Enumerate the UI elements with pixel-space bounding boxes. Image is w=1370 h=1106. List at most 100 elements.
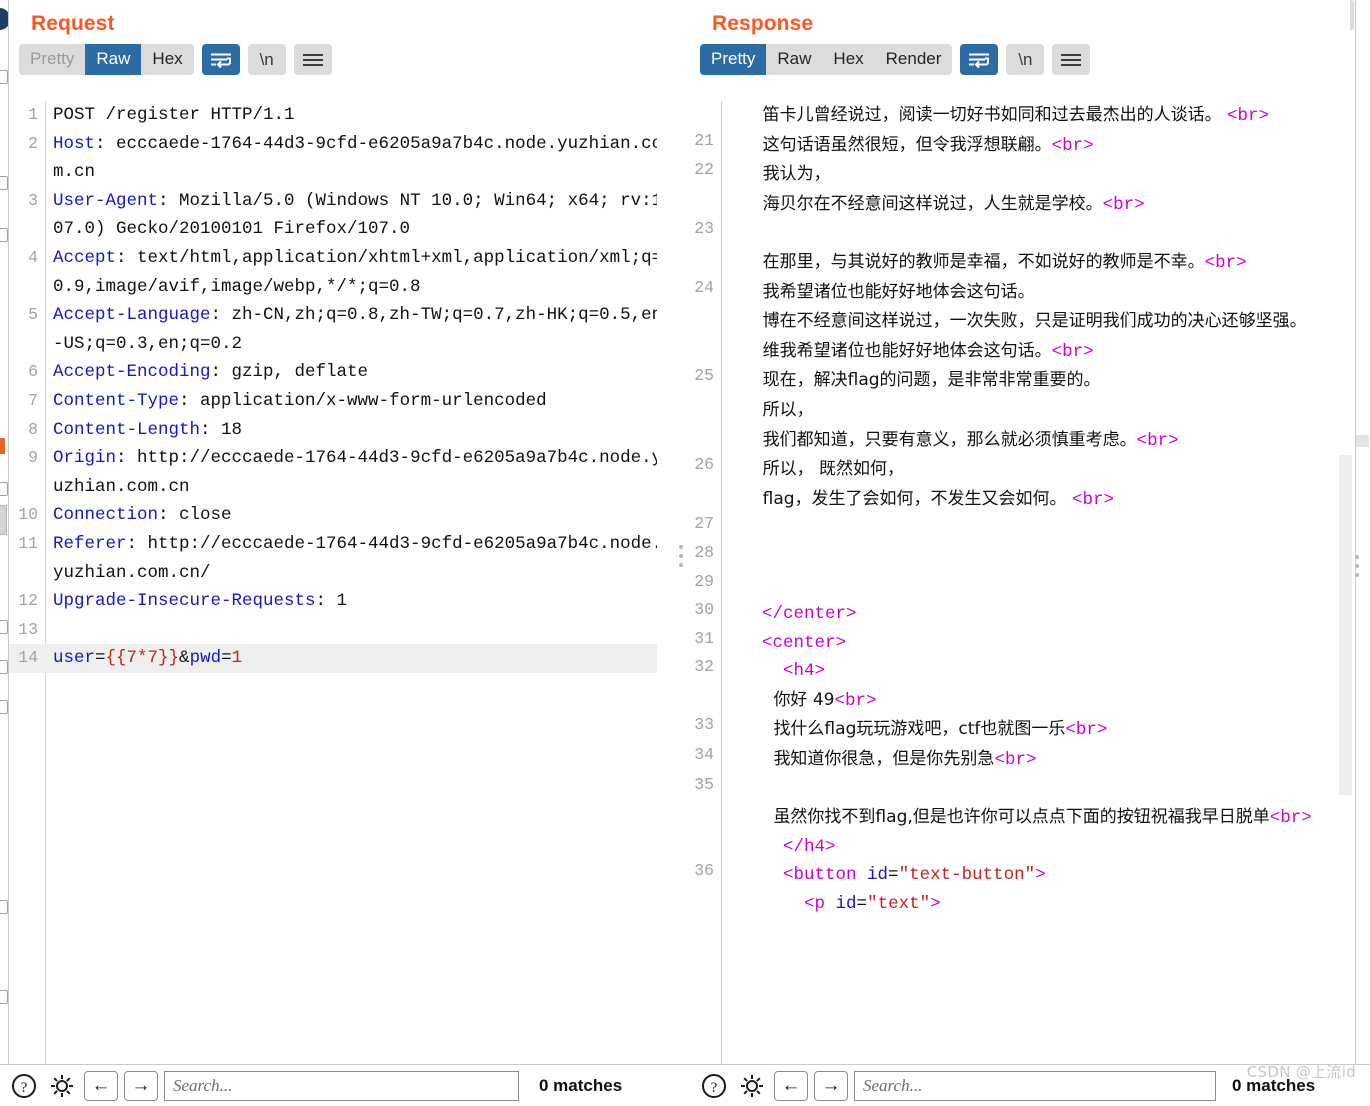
code-line[interactable]: 36 <button id="text-button"> — [690, 861, 1350, 890]
code-line[interactable]: <p id="text"> — [690, 890, 1350, 919]
response-scrollbar[interactable] — [1338, 100, 1352, 1106]
code-line[interactable]: 30 </center> — [690, 600, 1350, 629]
request-editor[interactable]: 1POST /register HTTP/1.12Host: ecccaede-… — [9, 100, 671, 1064]
response-show-newlines-button[interactable]: \n — [1006, 44, 1044, 75]
code-line[interactable]: 我们都知道，只要有意义，那么就必须慎重考虑。<br> — [690, 426, 1350, 456]
request-tab-hex[interactable]: Hex — [141, 44, 193, 75]
code-line[interactable]: 13 — [9, 616, 671, 645]
response-code-lines[interactable]: 笛卡儿曾经说过，阅读一切好书如同和过去最杰出的人谈话。 <br>21 这句话语虽… — [690, 101, 1350, 1064]
code-token: <br> — [1072, 490, 1114, 510]
line-text: 虽然你找不到flag,但是也许你可以点点下面的按钮祝福我早日脱单<br> — [721, 803, 1350, 833]
code-token: <center> — [762, 633, 846, 653]
code-line[interactable]: 29 — [690, 572, 1350, 601]
code-line[interactable]: 33 找什么flag玩玩游戏吧，ctf也就图一乐<br> — [690, 715, 1350, 745]
code-line[interactable]: 21 这句话语虽然很短，但令我浮想联翩。<br> — [690, 131, 1350, 161]
code-line[interactable]: 8Content-Length: 18 — [9, 416, 671, 445]
code-line[interactable]: flag，发生了会如何，不发生又会如何。 <br> — [690, 485, 1350, 515]
line-text: 找什么flag玩玩游戏吧，ctf也就图一乐<br> — [721, 715, 1350, 745]
request-tab-raw[interactable]: Raw — [85, 44, 141, 75]
line-number: 8 — [9, 416, 45, 445]
request-word-wrap-button[interactable] — [202, 44, 240, 75]
code-line[interactable]: 笛卡儿曾经说过，阅读一切好书如同和过去最杰出的人谈话。 <br> — [690, 101, 1350, 131]
line-number: 32 — [690, 657, 721, 676]
search-next-button[interactable]: → — [814, 1071, 848, 1101]
code-line[interactable]: 你好 49<br> — [690, 686, 1350, 716]
panel-divider[interactable] — [671, 0, 690, 1064]
code-line[interactable]: 35 — [690, 775, 1350, 804]
request-search-input[interactable]: Search... — [164, 1071, 519, 1101]
gear-icon[interactable] — [736, 1070, 768, 1102]
code-token: 所以， — [741, 400, 814, 420]
code-token: 维我希望诸位也能好好地体会这句话。 — [741, 341, 1052, 361]
code-line[interactable]: 14user={{7*7}}&pwd=1 — [9, 644, 671, 673]
code-line[interactable]: 27 — [690, 514, 1350, 543]
code-line[interactable]: 9Origin: http://ecccaede-1764-44d3-9cfd-… — [9, 444, 671, 501]
code-token: Accept-Language — [53, 305, 211, 325]
response-view-segmented-control[interactable]: Pretty Raw Hex Render — [700, 44, 952, 75]
response-tab-hex[interactable]: Hex — [822, 44, 874, 75]
code-line[interactable]: 维我希望诸位也能好好地体会这句话。<br> — [690, 337, 1350, 367]
code-line[interactable]: 1POST /register HTTP/1.1 — [9, 101, 671, 130]
response-menu-button[interactable] — [1052, 44, 1090, 75]
code-line[interactable]: 28 — [690, 543, 1350, 572]
code-line[interactable]: 海贝尔在不经意间这样说过，人生就是学校。<br> — [690, 190, 1350, 220]
response-tab-raw[interactable]: Raw — [766, 44, 822, 75]
code-token: 所以， 既然如何， — [741, 459, 904, 479]
line-text: POST /register HTTP/1.1 — [45, 101, 671, 130]
request-tab-pretty[interactable]: Pretty — [19, 44, 85, 75]
divider-drag-handle[interactable] — [679, 545, 683, 572]
line-number: 12 — [9, 587, 45, 616]
code-line[interactable]: 3User-Agent: Mozilla/5.0 (Windows NT 10.… — [9, 187, 671, 244]
line-number: 13 — [9, 616, 45, 645]
response-scrollbar-thumb[interactable] — [1339, 455, 1352, 795]
code-line[interactable]: 10Connection: close — [9, 501, 671, 530]
line-number: 9 — [9, 444, 45, 473]
line-text: 海贝尔在不经意间这样说过，人生就是学校。<br> — [721, 190, 1350, 220]
gear-icon[interactable] — [46, 1070, 78, 1102]
code-line[interactable]: 2Host: ecccaede-1764-44d3-9cfd-e6205a9a7… — [9, 130, 671, 187]
code-line[interactable]: 32 <h4> — [690, 657, 1350, 686]
code-token: 笛卡儿曾经说过，阅读一切好书如同和过去最杰出的人谈话。 — [741, 105, 1227, 125]
request-scrollbar[interactable] — [657, 100, 671, 1106]
request-show-newlines-button[interactable]: \n — [248, 44, 286, 75]
line-number: 4 — [9, 244, 45, 273]
help-icon[interactable]: ? — [698, 1070, 730, 1102]
code-line[interactable]: 34 我知道你很急，但是你先别急<br> — [690, 745, 1350, 775]
code-line[interactable]: 24 我希望诸位也能好好地体会这句话。 — [690, 278, 1350, 308]
code-line[interactable]: 4Accept: text/html,application/xhtml+xml… — [9, 244, 671, 301]
response-editor[interactable]: 笛卡儿曾经说过，阅读一切好书如同和过去最杰出的人谈话。 <br>21 这句话语虽… — [690, 100, 1350, 1064]
code-line[interactable]: 11Referer: http://ecccaede-1764-44d3-9cf… — [9, 530, 671, 587]
code-line[interactable]: 6Accept-Encoding: gzip, deflate — [9, 358, 671, 387]
search-prev-button[interactable]: ← — [774, 1071, 808, 1101]
code-line[interactable]: 虽然你找不到flag,但是也许你可以点点下面的按钮祝福我早日脱单<br> — [690, 803, 1350, 833]
code-token: user — [53, 648, 95, 668]
code-line[interactable]: 7Content-Type: application/x-www-form-ur… — [9, 387, 671, 416]
code-line[interactable]: 在那里，与其说好的教师是幸福，不如说好的教师是不幸。<br> — [690, 248, 1350, 278]
code-line[interactable]: 22 我认为， — [690, 160, 1350, 190]
code-token: Accept-Encoding — [53, 362, 211, 382]
code-token: 虽然你找不到flag,但是也许你可以点点下面的按钮祝福我早日脱单 — [741, 807, 1270, 827]
response-tab-render[interactable]: Render — [875, 44, 953, 75]
code-line[interactable]: 26 所以， 既然如何， — [690, 455, 1350, 485]
code-line[interactable]: 12Upgrade-Insecure-Requests: 1 — [9, 587, 671, 616]
code-line[interactable]: 31 <center> — [690, 629, 1350, 658]
search-prev-button[interactable]: ← — [84, 1071, 118, 1101]
code-line[interactable]: 25 现在，解决flag的问题，是非常非常重要的。 — [690, 366, 1350, 396]
response-word-wrap-button[interactable] — [960, 44, 998, 75]
code-token: 我希望诸位也能好好地体会这句话。 — [741, 282, 1035, 302]
response-tab-pretty[interactable]: Pretty — [700, 44, 766, 75]
code-token: = — [857, 894, 868, 914]
request-menu-button[interactable] — [294, 44, 332, 75]
code-token: 我认为， — [741, 164, 831, 184]
request-code-lines[interactable]: 1POST /register HTTP/1.12Host: ecccaede-… — [9, 101, 671, 1064]
help-icon[interactable]: ? — [8, 1070, 40, 1102]
request-view-segmented-control[interactable]: Pretty Raw Hex — [19, 44, 194, 75]
response-search-input[interactable]: Search... — [854, 1071, 1216, 1101]
code-line[interactable]: 5Accept-Language: zh-CN,zh;q=0.8,zh-TW;q… — [9, 301, 671, 358]
code-line[interactable]: </h4> — [690, 833, 1350, 862]
code-line[interactable]: 23 — [690, 219, 1350, 248]
code-line[interactable]: 所以， — [690, 396, 1350, 426]
line-number: 26 — [690, 455, 721, 474]
code-line[interactable]: 博在不经意间这样说过，一次失败，只是证明我们成功的决心还够坚强。 — [690, 307, 1350, 337]
search-next-button[interactable]: → — [124, 1071, 158, 1101]
